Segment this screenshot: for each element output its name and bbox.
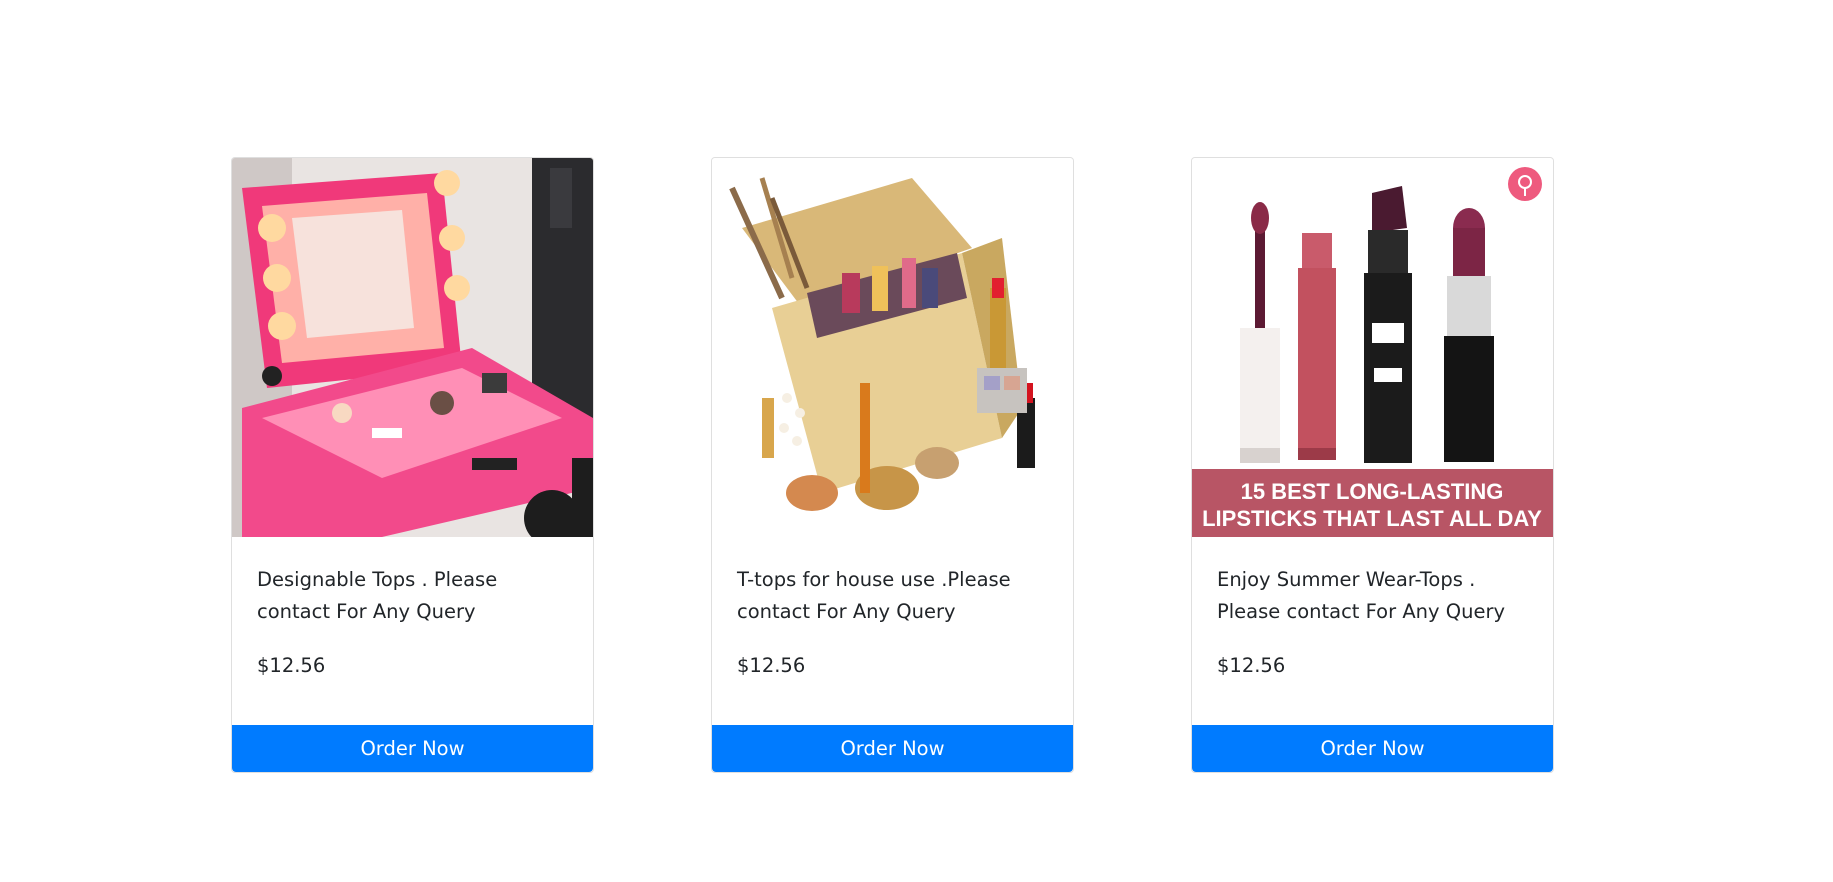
product-description: T-tops for house use .Please contact For… [737,568,1011,623]
order-now-button[interactable]: Order Now [232,725,593,772]
order-now-button[interactable]: Order Now [1192,725,1553,772]
product-card: 15 BEST LONG-LASTING LIPSTICKS THAT LAST… [1191,157,1554,773]
product-card: T-tops for house use .Please contact For… [711,157,1074,773]
product-grid: Designable Tops . Please contact For Any… [0,0,1833,882]
product-card: Designable Tops . Please contact For Any… [231,157,594,773]
image-caption-line2: LIPSTICKS THAT LAST ALL DAY [1202,506,1542,531]
image-caption-line1: 15 BEST LONG-LASTING [1241,479,1504,504]
product-image-makeup-case[interactable] [232,158,593,537]
product-price: $12.56 [737,654,806,677]
product-image-cosmetics-box[interactable] [712,158,1073,537]
product-description: Enjoy Summer Wear-Tops . Please contact … [1217,568,1506,623]
order-now-button[interactable]: Order Now [712,725,1073,772]
product-price: $12.56 [257,654,326,677]
product-description: Designable Tops . Please contact For Any… [257,568,498,623]
product-price: $12.56 [1217,654,1286,677]
product-image-lipsticks[interactable]: 15 BEST LONG-LASTING LIPSTICKS THAT LAST… [1192,158,1553,537]
